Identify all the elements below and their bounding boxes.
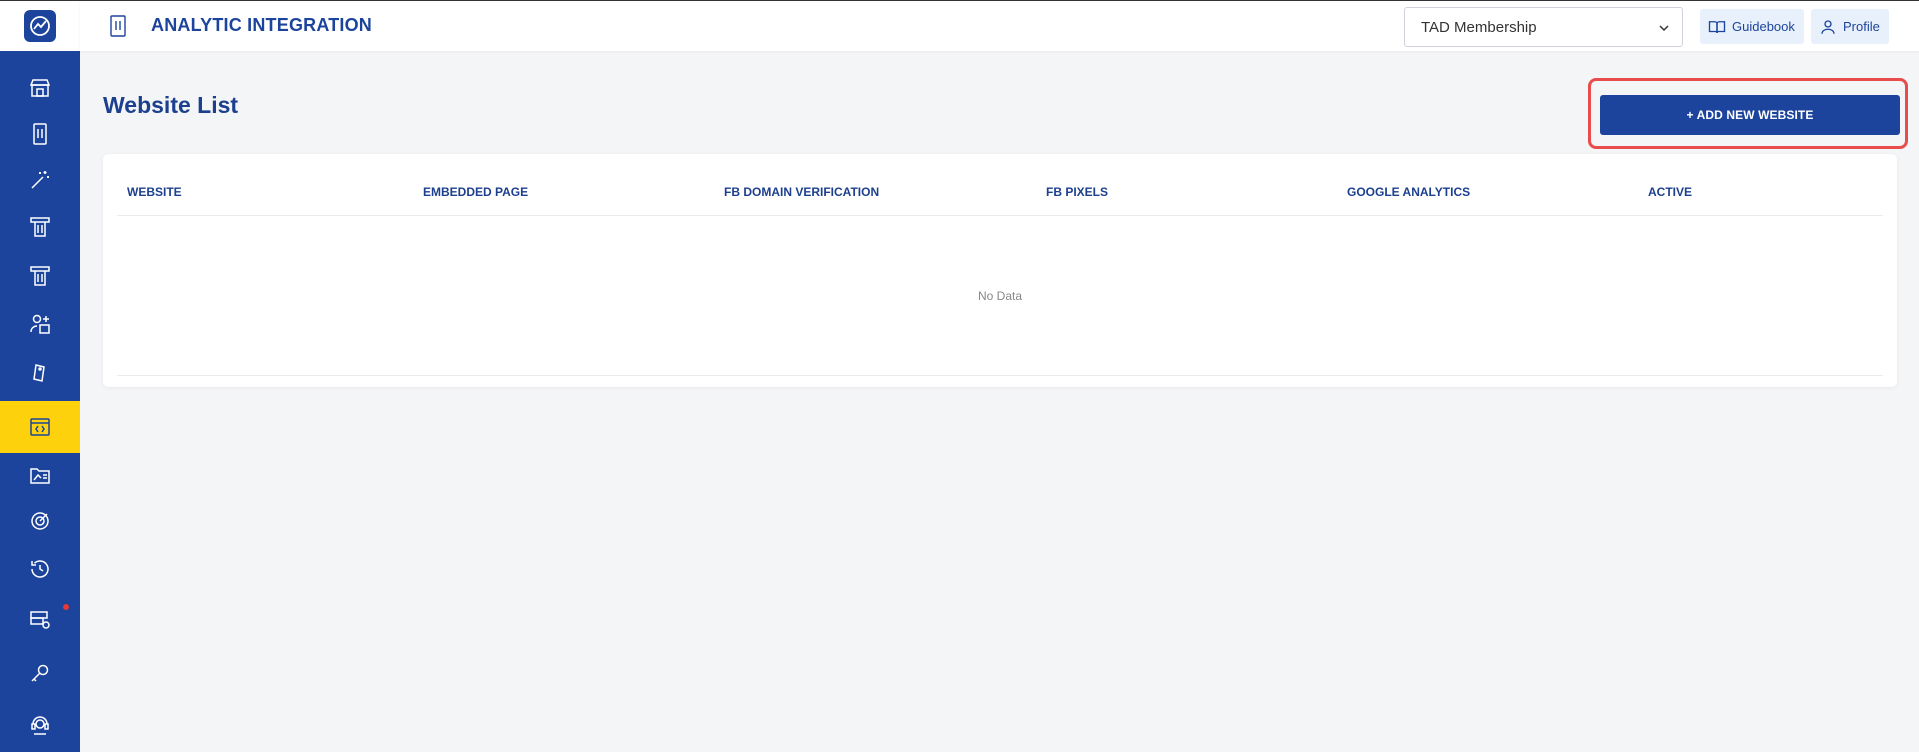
column-header-google-analytics[interactable]: GOOGLE ANALYTICS — [1347, 185, 1470, 199]
sidebar-item-media[interactable] — [0, 451, 80, 499]
book-icon — [1708, 20, 1726, 33]
server-settings-icon — [30, 611, 50, 629]
website-table-card: WEBSITE EMBEDDED PAGE FB DOMAIN VERIFICA… — [103, 154, 1897, 387]
sidebar-item-settings-server[interactable] — [0, 596, 80, 644]
sidebar-item-store[interactable] — [0, 64, 80, 112]
membership-select-value: TAD Membership — [1421, 18, 1537, 36]
sidebar-item-users[interactable] — [0, 300, 80, 348]
user-icon — [1821, 19, 1835, 34]
history-icon — [31, 560, 49, 578]
sidebar-item-support[interactable] — [0, 701, 80, 749]
sidebar — [0, 0, 80, 752]
sidebar-item-tags[interactable] — [0, 349, 80, 397]
image-folder-icon — [30, 468, 50, 484]
sidebar-item-keys[interactable] — [0, 649, 80, 697]
key-icon — [31, 664, 49, 682]
highlight-box: + ADD NEW WEBSITE — [1588, 78, 1908, 149]
guidebook-label: Guidebook — [1732, 19, 1795, 34]
template-icon — [30, 217, 50, 237]
column-header-fb-pixels[interactable]: FB PIXELS — [1046, 185, 1108, 199]
add-user-icon — [30, 314, 50, 334]
column-header-website[interactable]: WEBSITE — [127, 185, 182, 199]
column-header-active[interactable]: ACTIVE — [1648, 185, 1692, 199]
table-divider — [117, 375, 1883, 376]
page-title: Website List — [103, 92, 239, 118]
sidebar-item-website-integration[interactable] — [0, 401, 80, 453]
add-new-website-button[interactable]: + ADD NEW WEBSITE — [1600, 95, 1900, 135]
device-settings-icon — [33, 123, 47, 145]
sidebar-item-template-b[interactable] — [0, 252, 80, 300]
profile-label: Profile — [1843, 19, 1880, 34]
template-icon — [30, 266, 50, 286]
analytics-logo-icon — [24, 10, 56, 42]
chevron-down-icon — [1659, 25, 1669, 32]
guidebook-button[interactable]: Guidebook — [1700, 9, 1804, 44]
device-settings-icon — [110, 15, 126, 37]
code-window-icon — [30, 418, 50, 436]
sidebar-item-template-a[interactable] — [0, 203, 80, 251]
sidebar-item-history[interactable] — [0, 545, 80, 593]
table-header: WEBSITE EMBEDDED PAGE FB DOMAIN VERIFICA… — [117, 154, 1883, 216]
target-icon — [31, 512, 49, 530]
column-header-embedded-page[interactable]: EMBEDDED PAGE — [423, 185, 528, 199]
sidebar-item-integration[interactable] — [0, 110, 80, 158]
tag-icon — [33, 364, 45, 382]
membership-select[interactable]: TAD Membership — [1404, 7, 1683, 47]
support-agent-icon — [31, 716, 49, 735]
sidebar-item-target[interactable] — [0, 497, 80, 545]
profile-button[interactable]: Profile — [1811, 9, 1889, 44]
notification-dot — [63, 604, 69, 610]
top-header: ANALYTIC INTEGRATION TAD Membership Guid… — [80, 0, 1919, 51]
sidebar-item-magic[interactable] — [0, 156, 80, 204]
app-logo[interactable] — [0, 0, 80, 51]
column-header-fb-domain-verification[interactable]: FB DOMAIN VERIFICATION — [724, 185, 879, 199]
store-icon — [29, 79, 51, 97]
magic-wand-icon — [31, 171, 49, 189]
empty-state-text: No Data — [977, 289, 1023, 303]
page-header-title: ANALYTIC INTEGRATION — [151, 15, 373, 35]
